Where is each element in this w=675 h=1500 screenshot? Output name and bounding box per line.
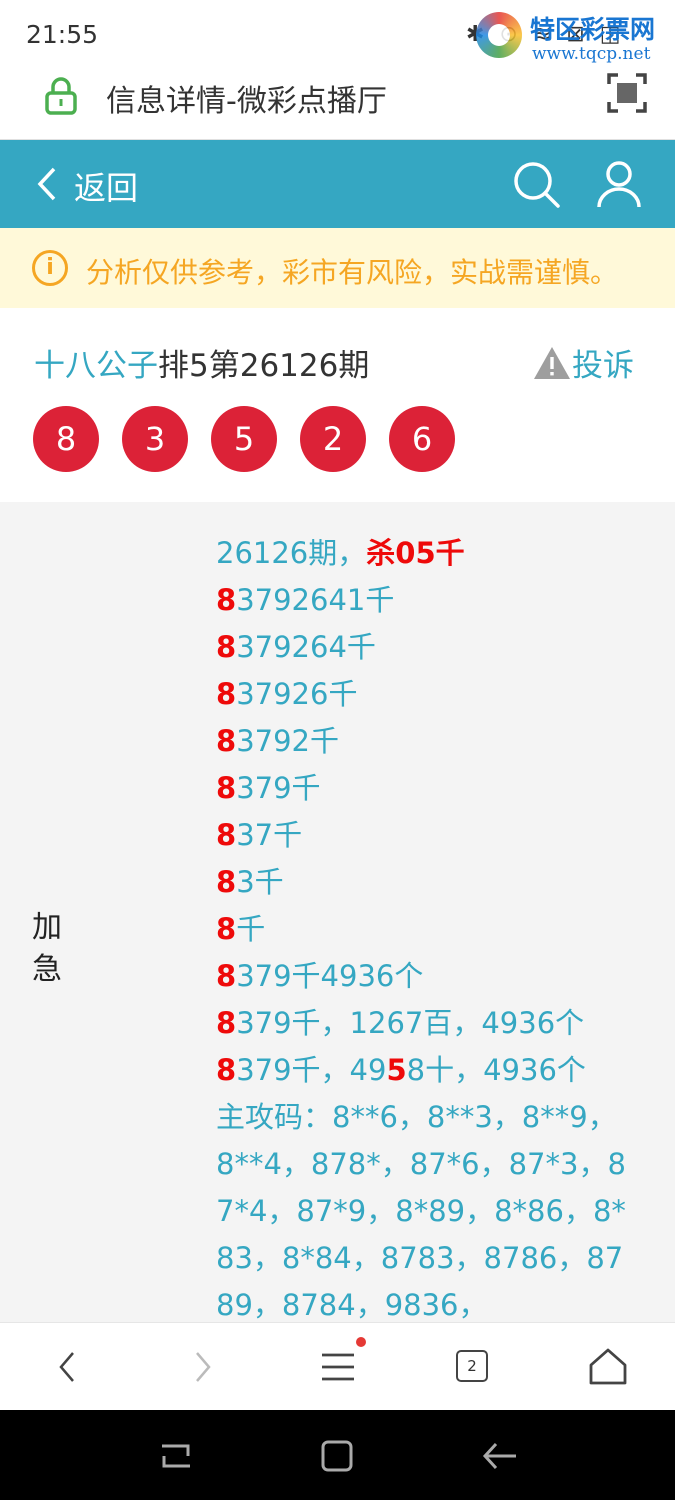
warning-icon bbox=[534, 346, 570, 379]
analysis-line: 83，8*84，8783，8786，87 bbox=[216, 1235, 646, 1282]
analysis-line: 83792千 bbox=[216, 718, 646, 765]
result-ball: 5 bbox=[211, 406, 277, 472]
line-text: 37926千 bbox=[236, 677, 358, 711]
analysis-line: 83千 bbox=[216, 859, 646, 906]
lock-icon bbox=[45, 77, 77, 115]
author-link[interactable]: 十八公子 bbox=[34, 348, 158, 384]
line-text: 37千 bbox=[236, 818, 303, 852]
analysis-line: 8379264千 bbox=[216, 624, 646, 671]
line-text: 83，8*84，8783，8786，87 bbox=[216, 1241, 624, 1275]
risk-notice: i 分析仅供参考，彩市有风险，实战需谨慎。 bbox=[0, 228, 675, 308]
line-text: 379千 bbox=[236, 771, 321, 805]
line-text: 千 bbox=[236, 912, 266, 946]
watermark-title: 特区彩票网 bbox=[530, 15, 656, 44]
line-text: 3千 bbox=[236, 865, 284, 899]
highlight-text: 8 bbox=[216, 630, 237, 664]
status-bar: 21:55 ✱ ⊙ ≋ ⊠ ◫ 特区彩票网 www.tqcp.net bbox=[0, 0, 675, 66]
user-icon[interactable] bbox=[596, 160, 642, 210]
analysis-line: 8379千，4958十，4936个 bbox=[216, 1047, 646, 1094]
result-ball: 6 bbox=[389, 406, 455, 472]
watermark: 特区彩票网 www.tqcp.net bbox=[470, 8, 670, 66]
system-nav bbox=[0, 1410, 675, 1500]
watermark-logo-icon bbox=[476, 12, 522, 58]
tabs-button[interactable]: 2 bbox=[456, 1350, 488, 1382]
highlight-text: 8 bbox=[216, 865, 237, 899]
analysis-line: 8379千 bbox=[216, 765, 646, 812]
line-text: 3792千 bbox=[236, 724, 339, 758]
highlight-text: 8 bbox=[216, 771, 237, 805]
line-text: 26126期， bbox=[216, 536, 367, 570]
result-ball: 8 bbox=[33, 406, 99, 472]
analysis-line: 8千 bbox=[216, 906, 646, 953]
system-home-icon[interactable] bbox=[319, 1438, 355, 1474]
highlight-text: 8 bbox=[216, 1006, 237, 1040]
analysis-content: 加急 26126期，杀05千 83792641千 8379264千 837926千 83… bbox=[0, 502, 675, 1322]
browser-nav: 2 bbox=[0, 1322, 675, 1410]
address-bar: 信息详情-微彩点播厅 bbox=[0, 66, 675, 140]
status-time: 21:55 bbox=[26, 20, 99, 49]
analysis-lines: 26126期，杀05千 83792641千 8379264千 837926千 83792… bbox=[216, 530, 646, 1322]
analysis-line: 837千 bbox=[216, 812, 646, 859]
page-title: 信息详情-微彩点播厅 bbox=[106, 84, 387, 119]
notice-text: 分析仅供参考，彩市有风险，实战需谨慎。 bbox=[86, 256, 619, 289]
issue-title: 十八公子排5第26126期 bbox=[34, 340, 369, 385]
analysis-line: 7*4，87*9，8*89，8*86，8* bbox=[216, 1188, 646, 1235]
highlight-text: 杀05千 bbox=[366, 536, 465, 570]
scan-icon[interactable] bbox=[606, 72, 648, 114]
line-text: 3792641千 bbox=[236, 583, 395, 617]
result-ball: 3 bbox=[122, 406, 188, 472]
report-label: 投诉 bbox=[572, 348, 634, 384]
line-text: 主攻码：8**6，8**3，8**9， bbox=[216, 1100, 617, 1134]
line-text: 379千4936个 bbox=[236, 959, 424, 993]
line-text: 379264千 bbox=[236, 630, 376, 664]
result-ball: 2 bbox=[300, 406, 366, 472]
notification-dot bbox=[356, 1337, 366, 1347]
home-icon[interactable] bbox=[586, 1345, 630, 1389]
recent-apps-icon[interactable] bbox=[158, 1438, 194, 1474]
analysis-line: 83792641千 bbox=[216, 577, 646, 624]
line-text: 8**4，878*，87*6，87*3，8 bbox=[216, 1147, 626, 1181]
highlight-text: 8 bbox=[216, 724, 237, 758]
urgent-label: 加急 bbox=[32, 910, 62, 987]
highlight-text: 8 bbox=[216, 959, 237, 993]
search-icon[interactable] bbox=[512, 160, 562, 210]
back-button[interactable]: 返回 bbox=[74, 163, 138, 209]
line-text: 379千，1267百，4936个 bbox=[236, 1006, 585, 1040]
analysis-line: 8**4，878*，87*6，87*3，8 bbox=[216, 1141, 646, 1188]
info-icon: i bbox=[32, 250, 68, 286]
analysis-line: 26126期，杀05千 bbox=[216, 530, 646, 577]
menu-icon[interactable] bbox=[316, 1345, 360, 1389]
highlight-text: 8 bbox=[216, 677, 237, 711]
highlight-text: 5 bbox=[386, 1053, 407, 1087]
analysis-line: 89，8784，9836， bbox=[216, 1282, 646, 1322]
highlight-text: 8 bbox=[216, 1053, 237, 1087]
issue-header: 十八公子排5第26126期 投诉 8 3 5 2 6 bbox=[0, 308, 675, 502]
highlight-text: 8 bbox=[216, 912, 237, 946]
analysis-line: 主攻码：8**6，8**3，8**9， bbox=[216, 1094, 646, 1141]
system-back-icon[interactable] bbox=[482, 1438, 518, 1474]
highlight-text: 8 bbox=[216, 583, 237, 617]
browser-back-icon[interactable] bbox=[46, 1345, 90, 1389]
line-text: 8十，4936个 bbox=[406, 1053, 586, 1087]
watermark-url: www.tqcp.net bbox=[532, 44, 651, 64]
report-button[interactable]: 投诉 bbox=[532, 340, 634, 384]
analysis-line: 8379千，1267百，4936个 bbox=[216, 1000, 646, 1047]
line-text: 7*4，87*9，8*89，8*86，8* bbox=[216, 1194, 626, 1228]
chevron-left-icon[interactable] bbox=[36, 166, 58, 202]
browser-forward-icon[interactable] bbox=[180, 1345, 224, 1389]
analysis-line: 8379千4936个 bbox=[216, 953, 646, 1000]
line-text: 89，8784，9836， bbox=[216, 1288, 488, 1322]
page-header: 返回 bbox=[0, 140, 675, 228]
issue-name: 排5第26126期 bbox=[158, 348, 370, 384]
line-text: 379千，49 bbox=[236, 1053, 387, 1087]
analysis-line: 837926千 bbox=[216, 671, 646, 718]
highlight-text: 8 bbox=[216, 818, 237, 852]
